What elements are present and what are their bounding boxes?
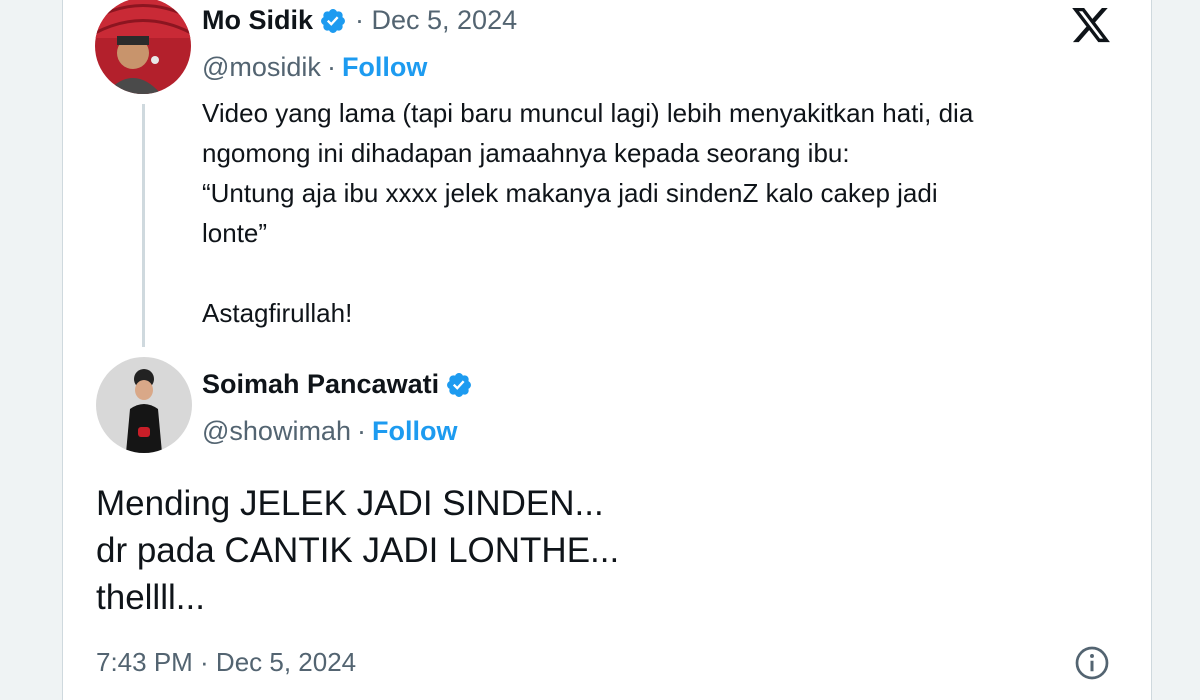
- follow-mosidik-button[interactable]: Follow: [342, 52, 427, 83]
- thread-connector-line: [142, 104, 145, 347]
- quoted-author-row: Mo Sidik · Dec 5, 2024: [202, 5, 517, 36]
- quoted-text-line: Astagfirullah!: [202, 298, 353, 328]
- quoted-handle-row: @mosidik · Follow: [202, 52, 427, 83]
- quoted-text-line: Video yang lama (tapi baru muncul lagi) …: [202, 98, 974, 128]
- reply-author-name[interactable]: Soimah Pancawati: [202, 369, 439, 400]
- reply-author-row: Soimah Pancawati: [202, 369, 473, 400]
- reply-text-line: Mending JELEK JADI SINDEN...: [96, 484, 604, 523]
- x-logo-icon[interactable]: [1069, 4, 1113, 46]
- handle-separator: ·: [356, 416, 366, 446]
- handle-separator: ·: [326, 52, 336, 82]
- verified-badge-icon: [319, 7, 347, 35]
- quoted-text-line: lonte”: [202, 218, 268, 248]
- verified-badge-icon: [445, 371, 473, 399]
- reply-tweet-text: Mending JELEK JADI SINDEN... dr pada CAN…: [96, 480, 619, 621]
- quoted-author-handle[interactable]: @mosidik: [202, 52, 321, 83]
- reply-handle-row: @showimah · Follow: [202, 416, 457, 447]
- soimah-avatar[interactable]: [96, 357, 192, 453]
- mo-sidik-avatar[interactable]: [95, 0, 191, 94]
- follow-showimah-button[interactable]: Follow: [372, 416, 457, 447]
- reply-text-line: dr pada CANTIK JADI LONTHE...: [96, 531, 620, 570]
- info-icon[interactable]: [1074, 645, 1110, 681]
- quoted-tweet-text: Video yang lama (tapi baru muncul lagi) …: [202, 93, 1132, 333]
- quoted-author-name[interactable]: Mo Sidik: [202, 5, 313, 36]
- quoted-text-line: ngomong ini dihadapan jamaahnya kepada s…: [202, 138, 850, 168]
- reply-text-line: thellll...: [96, 578, 205, 617]
- quoted-text-line: “Untung aja ibu xxxx jelek makanya jadi …: [202, 178, 938, 208]
- reply-author-handle[interactable]: @showimah: [202, 416, 351, 447]
- tweet-timestamp[interactable]: 7:43 PM · Dec 5, 2024: [96, 647, 356, 678]
- quoted-tweet-date[interactable]: · Dec 5, 2024: [355, 5, 517, 36]
